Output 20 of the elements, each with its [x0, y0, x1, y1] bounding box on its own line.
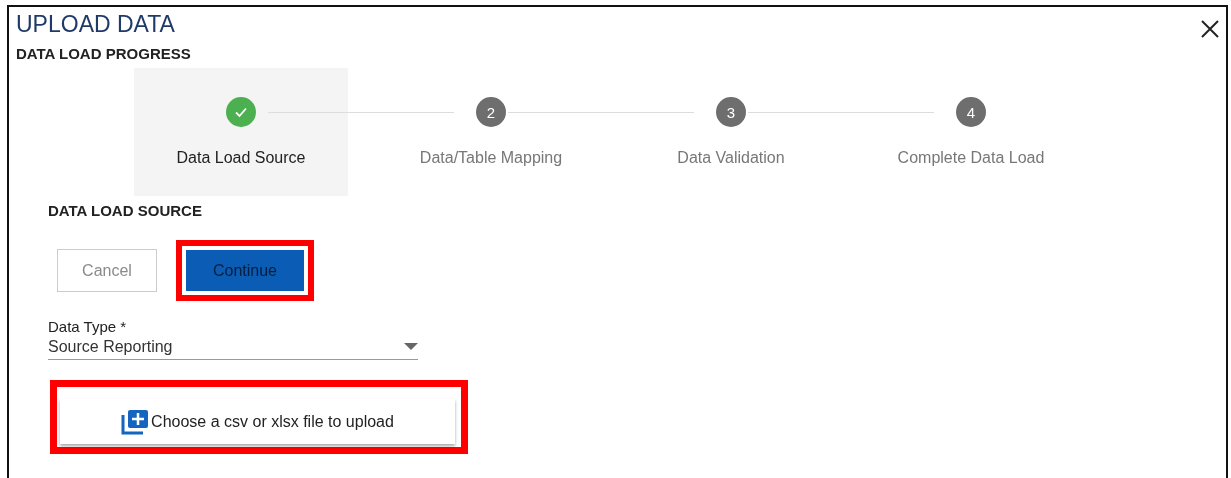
step-label: Data Load Source [176, 149, 306, 167]
step-item[interactable]: 4 Complete Data Load [851, 68, 1091, 196]
data-type-dropdown[interactable]: Source Reporting [48, 335, 418, 360]
field-label: Data Type * [48, 318, 128, 335]
step-number: 2 [476, 97, 506, 127]
step-label: Data Validation [677, 149, 785, 167]
step-number: 4 [956, 97, 986, 127]
step-label: Complete Data Load [897, 149, 1045, 167]
close-icon[interactable] [1200, 19, 1220, 39]
step-tab[interactable]: Data Load Source [134, 68, 348, 196]
section-heading: DATA LOAD SOURCE [48, 202, 203, 219]
add-file-icon [121, 408, 150, 435]
dialog-title: UPLOAD DATA [16, 11, 175, 37]
step-item[interactable]: 3 Data Validation [611, 68, 851, 196]
step-item[interactable]: 2 Data/Table Mapping [371, 68, 611, 196]
step-number: 3 [716, 97, 746, 127]
progress-heading: DATA LOAD PROGRESS [16, 45, 192, 62]
upload-button[interactable]: Choose a csv or xlsx file to upload [60, 399, 455, 444]
step-label: Data/Table Mapping [419, 149, 563, 167]
dropdown-caret-icon [404, 343, 418, 351]
